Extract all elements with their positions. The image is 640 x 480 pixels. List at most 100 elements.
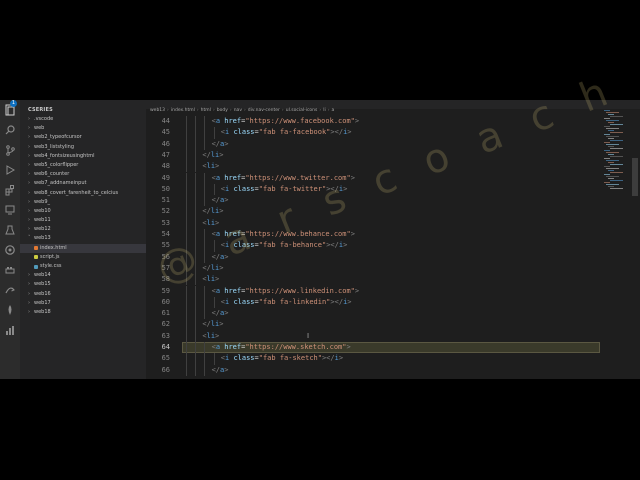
mongodb-icon[interactable] [4,304,16,316]
minimap-line [606,152,619,153]
breadcrumb-item[interactable]: body [217,108,228,113]
file-item[interactable]: style.css [20,262,146,271]
line-number: 48 [161,162,170,171]
breadcrumb-item[interactable]: div.nav-center [248,108,280,113]
indent-guide [195,183,197,196]
indent-guide [186,364,187,376]
run-debug-icon[interactable] [4,164,16,176]
tree-item-label: web14 [34,272,51,279]
activity-bar: 1 [0,100,20,379]
indent-guide [195,296,197,309]
breadcrumb-item[interactable]: nav [234,108,242,113]
breadcrumb-separator: › [327,108,330,113]
code-line[interactable]: 63 <li> [146,330,616,342]
folder-item[interactable]: › web [20,124,146,133]
code-token: </ [211,309,221,318]
folder-item[interactable]: › .vscode [20,115,146,124]
editor-scrollbar[interactable] [632,110,638,379]
chevron-right-icon: › [28,116,30,122]
chart-icon[interactable] [4,324,16,336]
code-line[interactable]: 61 </a> [146,308,616,320]
code-token: ></ [330,297,344,306]
breadcrumb-item[interactable]: web13 [150,108,165,113]
folder-item[interactable]: › web3_liststyling [20,143,146,152]
github-icon[interactable] [4,244,16,256]
code-token: > [343,241,348,250]
search-icon[interactable] [4,124,16,136]
folder-item[interactable]: › web10 [20,207,146,216]
folder-item[interactable]: › web16 [20,290,146,299]
code-line[interactable]: 66 </a> [146,364,616,376]
folder-item[interactable]: › web9_ [20,198,146,207]
indent-guide [186,308,187,320]
minimap-line [604,134,610,135]
breadcrumb-item[interactable]: index.html [171,108,195,113]
folder-item[interactable]: › web18 [20,308,146,317]
remote-explorer-icon[interactable] [4,204,16,216]
breadcrumb-item[interactable]: a [332,108,335,113]
code-text: </li> [202,150,223,161]
minimap[interactable] [602,110,628,190]
code-line[interactable]: 58 <li> [146,274,616,286]
folder-item[interactable]: › web17 [20,299,146,308]
code-line[interactable]: 62 </li> [146,319,616,331]
tree-item-label: web2_typeofcursor [34,134,82,141]
testing-icon[interactable] [4,224,16,236]
code-text: <a href="https://www.sketch.com"> [212,342,351,353]
live-share-icon[interactable] [4,284,16,296]
line-number: 62 [161,320,170,329]
chevron-right-icon: › [28,189,30,196]
docker-icon[interactable] [4,264,16,276]
indent-guide [195,342,197,354]
code-token: > [350,230,355,238]
tree-item-label: web12 [34,226,51,233]
chevron-right-icon: › [28,281,30,288]
indent-guide [186,127,187,139]
minimap-line [608,138,614,139]
breadcrumb-item[interactable]: html [201,108,211,113]
code-token: </ [202,207,211,216]
indent-guide [186,217,187,229]
folder-item[interactable]: › web15 [20,280,146,289]
indent-guide [204,353,206,365]
folder-item[interactable]: › web4_fontsizeusinghtml [20,152,146,161]
text-cursor-icon: I [307,332,310,340]
folder-item[interactable]: › web12 [20,225,146,234]
minimap-line [608,130,614,131]
extensions-icon[interactable] [4,184,16,196]
code-line[interactable]: 46 </a> [146,138,616,150]
file-item[interactable]: index.html [20,243,146,253]
current-code-line[interactable]: 64 <a href="https://www.sketch.com"> [146,342,616,354]
file-item[interactable]: script.js [20,253,146,262]
folder-item[interactable]: › web5_colorflipper [20,161,146,170]
folder-item[interactable]: › web14 [20,271,146,280]
chevron-right-icon: › [28,143,30,150]
minimap-line [610,140,623,141]
code-token: "fab fa-linkedin" [258,297,331,306]
code-line[interactable]: 65 <i class="fab fa-sketch"></i> [146,353,616,365]
minimap-line [604,182,610,183]
code-line[interactable]: 60 <i class="fab fa-linkedin"></i> [146,296,616,309]
tree-item-label: style.css [40,263,62,269]
folder-item[interactable]: › web7_addnameinput [20,179,146,188]
breadcrumb-item[interactable]: li [323,108,326,113]
explorer-section-title[interactable]: CSERIES [20,106,146,114]
folder-item[interactable]: ˅ web13 [20,234,146,243]
folder-item[interactable]: › web8_covert_farenheit_to_celcius [20,189,146,198]
code-line[interactable]: 52 </li> [146,206,616,218]
code-token: > [346,343,351,351]
folder-item[interactable]: › web2_typeofcursor [20,133,146,142]
breadcrumb-item[interactable]: ul.social-icons [286,108,318,113]
source-control-icon[interactable] [4,144,16,156]
indent-guide [204,172,206,184]
scroll-thumb[interactable] [632,158,638,196]
chevron-right-icon: › [28,207,30,214]
folder-item[interactable]: › web6_counter [20,170,146,179]
tree-item-label: web [34,125,45,132]
code-line[interactable]: 59 <a href="https://www.linkedin.com"> [146,285,616,297]
minimap-line [608,162,614,163]
indent-guide [204,138,206,150]
code-token: href [224,173,242,182]
folder-item[interactable]: › web11 [20,216,146,225]
line-number: 45 [161,128,170,137]
